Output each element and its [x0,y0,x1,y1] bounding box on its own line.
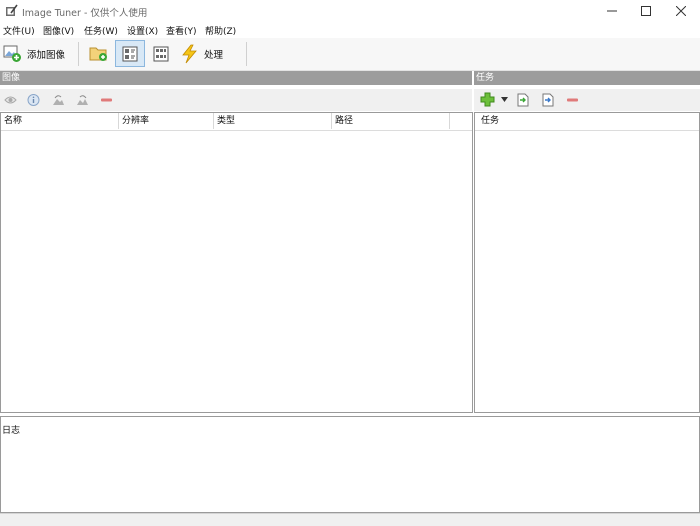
close-button[interactable] [667,0,695,22]
info-icon[interactable] [27,94,40,106]
view-details-button[interactable] [115,40,145,67]
tasks-subtoolbar [474,89,700,111]
menu-view[interactable]: 查看(Y) [166,24,197,37]
tasks-list-header: 任务 [475,113,699,131]
toolbar-separator [246,42,247,66]
menu-image[interactable]: 图像(V) [43,24,74,37]
add-task-icon[interactable] [480,92,495,107]
tasks-list[interactable]: 任务 [474,112,700,413]
column-resolution[interactable]: 分辨率 [119,113,214,129]
process-button[interactable]: 处理 [180,40,223,67]
images-panel-header: 图像 [0,71,472,85]
view-thumbnails-button[interactable] [150,40,172,67]
process-label: 处理 [204,49,224,61]
app-icon [6,4,18,16]
folder-add-icon [89,47,107,61]
remove-task-icon[interactable] [566,94,579,106]
log-title: 日志 [2,426,21,436]
images-list-header: 名称 分辨率 类型 路径 [1,113,472,131]
images-list[interactable]: 名称 分辨率 类型 路径 [0,112,473,413]
minimize-button[interactable] [598,0,626,22]
lightning-icon [182,44,197,63]
menu-settings[interactable]: 设置(X) [127,24,158,37]
window-title: Image Tuner - 仅供个人使用 [22,8,148,19]
column-type[interactable]: 类型 [214,113,332,129]
menu-file[interactable]: 文件(U) [3,24,35,37]
eye-icon[interactable] [4,94,17,106]
images-subtoolbar [0,89,472,111]
view-details-icon [122,46,138,61]
remove-icon[interactable] [100,94,113,106]
main-toolbar: 添加图像 处理 [0,38,700,71]
log-panel[interactable]: 日志 [0,416,700,513]
rotate-right-icon[interactable] [76,94,89,106]
maximize-button[interactable] [632,0,660,22]
menu-task[interactable]: 任务(W) [84,24,118,37]
menu-help[interactable]: 帮助(Z) [205,24,236,37]
add-folder-button[interactable] [87,40,109,67]
maximize-icon [641,6,651,16]
column-path[interactable]: 路径 [332,113,450,129]
dropdown-arrow-icon[interactable] [501,97,508,102]
column-task[interactable]: 任务 [475,113,699,129]
export-task-icon[interactable] [541,93,554,107]
minimize-icon [607,10,617,12]
title-bar: Image Tuner - 仅供个人使用 [0,0,700,22]
rotate-left-icon[interactable] [52,94,65,106]
import-task-icon[interactable] [516,93,529,107]
status-bar [0,513,700,526]
close-icon [676,6,686,16]
toolbar-separator [78,42,79,66]
tasks-panel-header: 任务 [474,71,700,85]
column-name[interactable]: 名称 [1,113,119,129]
add-images-button[interactable]: 添加图像 [3,40,65,67]
add-images-label: 添加图像 [27,49,66,61]
add-image-icon [3,45,21,62]
menu-bar: 文件(U) 图像(V) 任务(W) 设置(X) 查看(Y) 帮助(Z) [0,22,700,38]
view-thumbnails-icon [153,46,169,61]
